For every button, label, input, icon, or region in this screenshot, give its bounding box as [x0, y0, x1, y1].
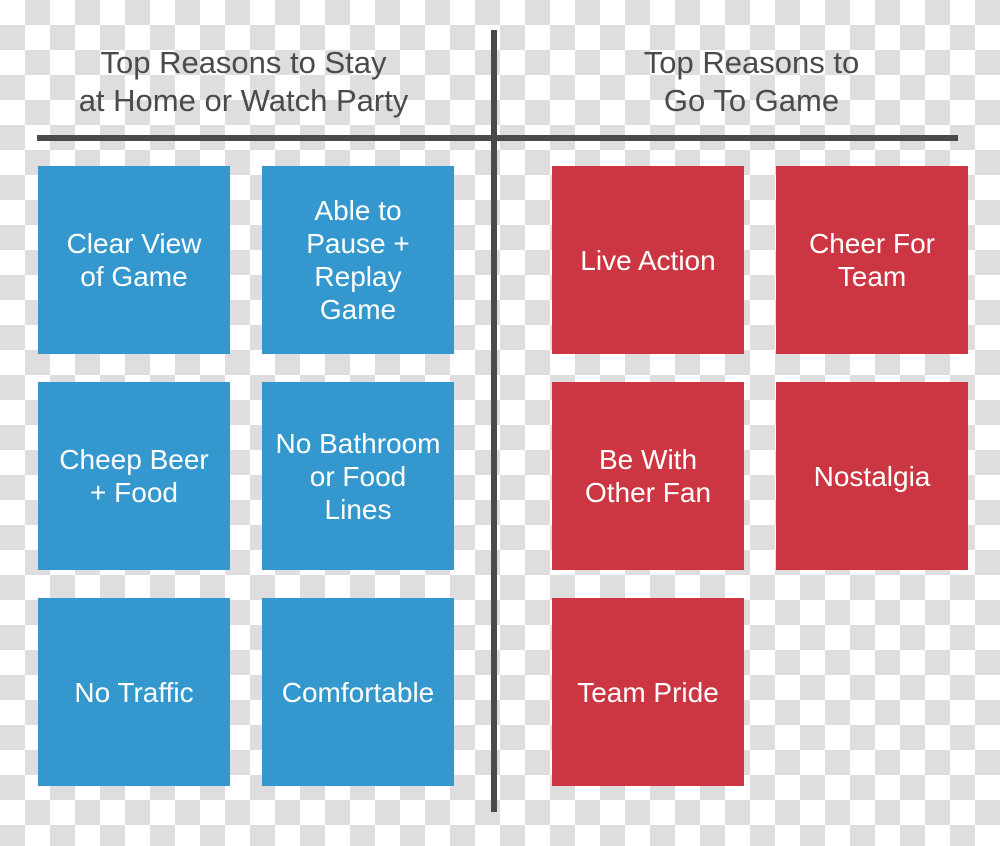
reason-card[interactable]: Nostalgia [776, 382, 968, 570]
header-underline-divider [37, 135, 958, 141]
card-grid-go-to-game: Live Action Cheer For Team Be With Other… [552, 166, 968, 786]
column-header-go-to-game: Top Reasons to Go To Game [643, 45, 860, 118]
reason-card[interactable]: Cheer For Team [776, 166, 968, 354]
reason-card[interactable]: No Traffic [38, 598, 230, 786]
reason-card[interactable]: Be With Other Fan [552, 382, 744, 570]
reason-card[interactable]: Live Action [552, 166, 744, 354]
reason-card[interactable]: Clear View of Game [38, 166, 230, 354]
diagram-canvas: Top Reasons to Stay at Home or Watch Par… [0, 0, 1000, 846]
reason-card[interactable]: Team Pride [552, 598, 744, 786]
column-header-stay-home: Top Reasons to Stay at Home or Watch Par… [78, 45, 409, 118]
card-grid-stay-home: Clear View of Game Able to Pause + Repla… [38, 166, 454, 786]
empty-card-slot [776, 598, 968, 786]
reason-card[interactable]: Comfortable [262, 598, 454, 786]
reason-card[interactable]: No Bathroom or Food Lines [262, 382, 454, 570]
reason-card[interactable]: Cheep Beer + Food [38, 382, 230, 570]
reason-card[interactable]: Able to Pause + Replay Game [262, 166, 454, 354]
column-separator-divider [491, 30, 497, 812]
